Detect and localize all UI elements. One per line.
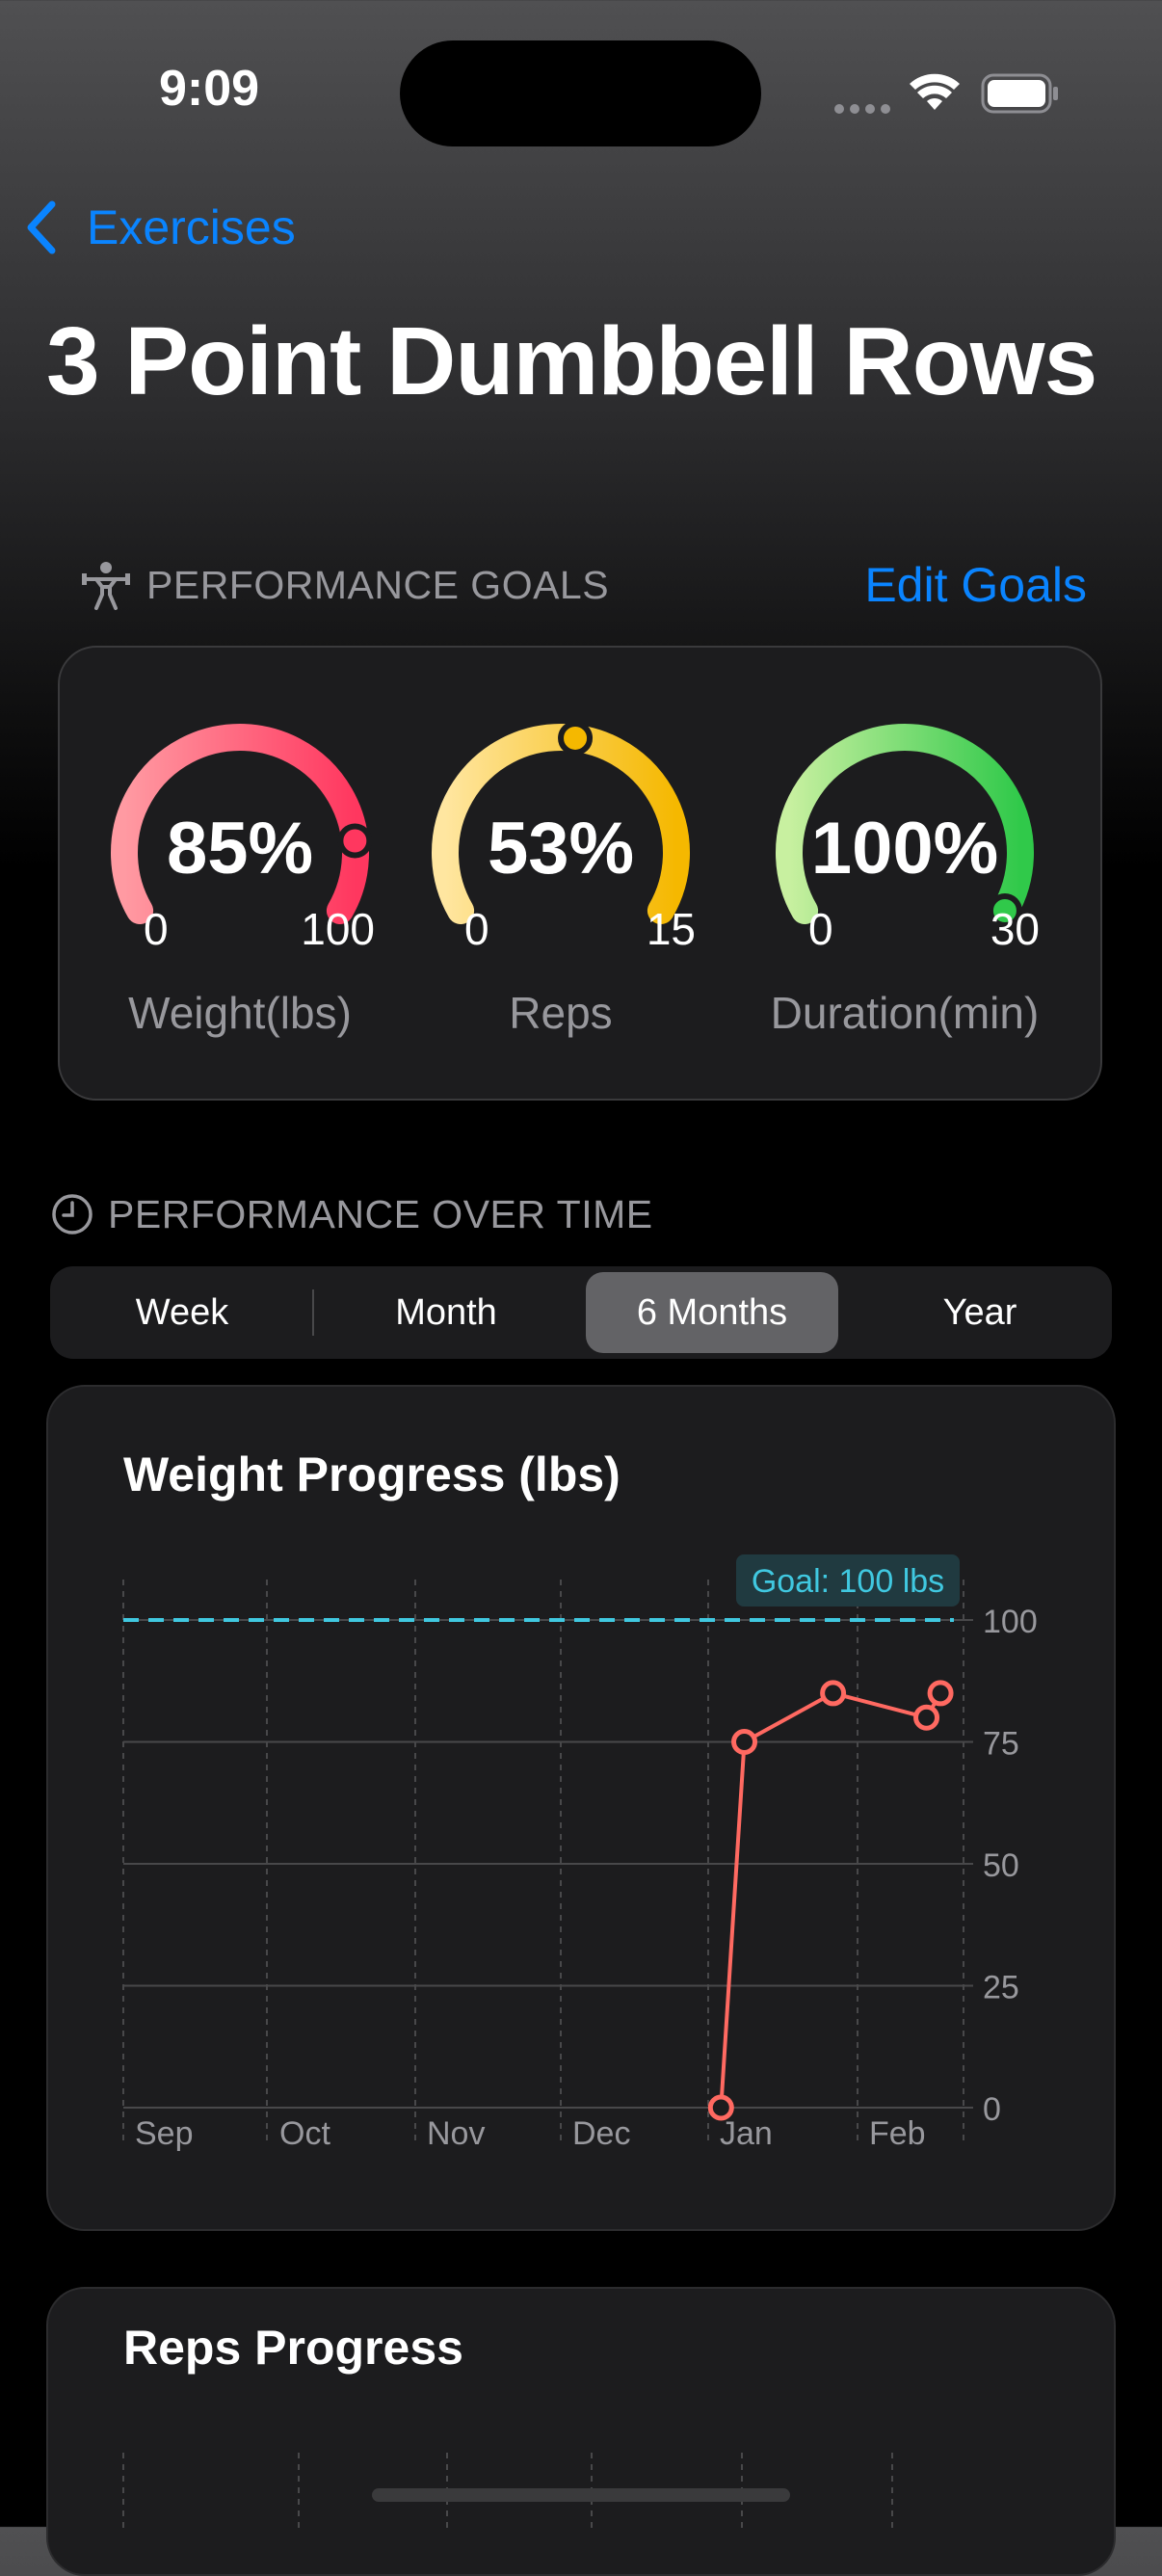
y-tick-label: 25 [983,1970,1019,2006]
back-button[interactable]: Exercises [25,197,296,258]
time-range-segmented-control: Week Month 6 Months Year [50,1266,1112,1359]
y-tick-label: 50 [983,1847,1019,1884]
reps-gauge-percent: 53% [487,808,635,890]
weight-series-line [719,1690,942,2109]
back-button-label: Exercises [87,200,296,254]
segment-divider [312,1289,314,1336]
y-tick-label: 75 [983,1726,1019,1763]
weight-gauge: 85% 0 100 [105,718,375,997]
weight-gauge-percent: 85% [166,808,314,890]
duration-gauge-max: 30 [990,904,1040,954]
wifi-icon [910,73,960,110]
reps-gauge-max: 15 [646,904,696,954]
x-tick-label: Nov [427,2115,485,2152]
weight-data-point[interactable] [707,2094,734,2121]
weight-chart-plot: 0 25 50 75 100 Sep Oct Nov Dec Jan Feb Goal: 100 lb… [122,1554,1038,2152]
segment-week[interactable]: Week [56,1272,308,1353]
edit-goals-button[interactable]: Edit Goals [864,557,1087,613]
reps-chart-card: Reps Progress [46,2287,1116,2576]
weight-data-point[interactable] [820,1680,847,1707]
dynamic-island [400,40,761,146]
duration-gauge-label: Duration(min) [770,988,1040,1038]
duration-gauge: 100% 0 30 [770,718,1040,997]
gauge-indicator [558,720,594,756]
duration-gauge-min: 0 [808,904,833,954]
cellular-signal-icon [834,101,896,119]
battery-icon [981,73,1058,114]
segment-month[interactable]: Month [320,1272,572,1353]
reps-gauge-min: 0 [464,904,489,954]
clock-icon [52,1194,92,1235]
reps-gauge: 53% 0 15 [426,718,696,997]
x-tick-label: Feb [869,2115,926,2152]
status-time: 9:09 [159,61,260,117]
weight-gauge-max: 100 [301,904,375,954]
y-tick-label: 100 [983,1604,1038,1640]
goals-section-header: PERFORMANCE GOALS [79,557,609,613]
x-tick-label: Jan [720,2115,773,2152]
y-tick-label: 0 [983,2091,1001,2128]
duration-gauge-percent: 100% [810,808,999,890]
home-indicator [372,2488,790,2502]
goal-label: Goal: 100 lbs [752,1563,944,1600]
x-tick-label: Sep [135,2115,194,2152]
page-title: 3 Point Dumbbell Rows [46,307,1097,415]
chevron-left-icon [27,200,56,254]
weight-chart-card: Weight Progress (lbs) 0 25 50 75 100 Sep Oct No… [46,1385,1116,2231]
weight-gauge-label: Weight(lbs) [128,988,352,1038]
weight-data-point[interactable] [927,1680,954,1707]
time-section-header: PERFORMANCE OVER TIME [50,1187,653,1241]
x-tick-label: Oct [279,2115,330,2152]
weightlifter-icon [82,562,130,610]
goals-card: 85% 0 100 Weight(lbs) 53% 0 15 Reps 100%… [58,646,1102,1101]
weight-data-point[interactable] [913,1704,940,1731]
weight-data-point[interactable] [731,1729,758,1755]
reps-gauge-label: Reps [509,988,613,1038]
weight-gauge-min: 0 [144,904,169,954]
goals-section-title: PERFORMANCE GOALS [146,562,610,607]
time-section-title: PERFORMANCE OVER TIME [108,1191,653,1236]
segment-6-months[interactable]: 6 Months [586,1272,838,1353]
segment-year[interactable]: Year [854,1272,1106,1353]
x-tick-label: Dec [572,2115,630,2152]
